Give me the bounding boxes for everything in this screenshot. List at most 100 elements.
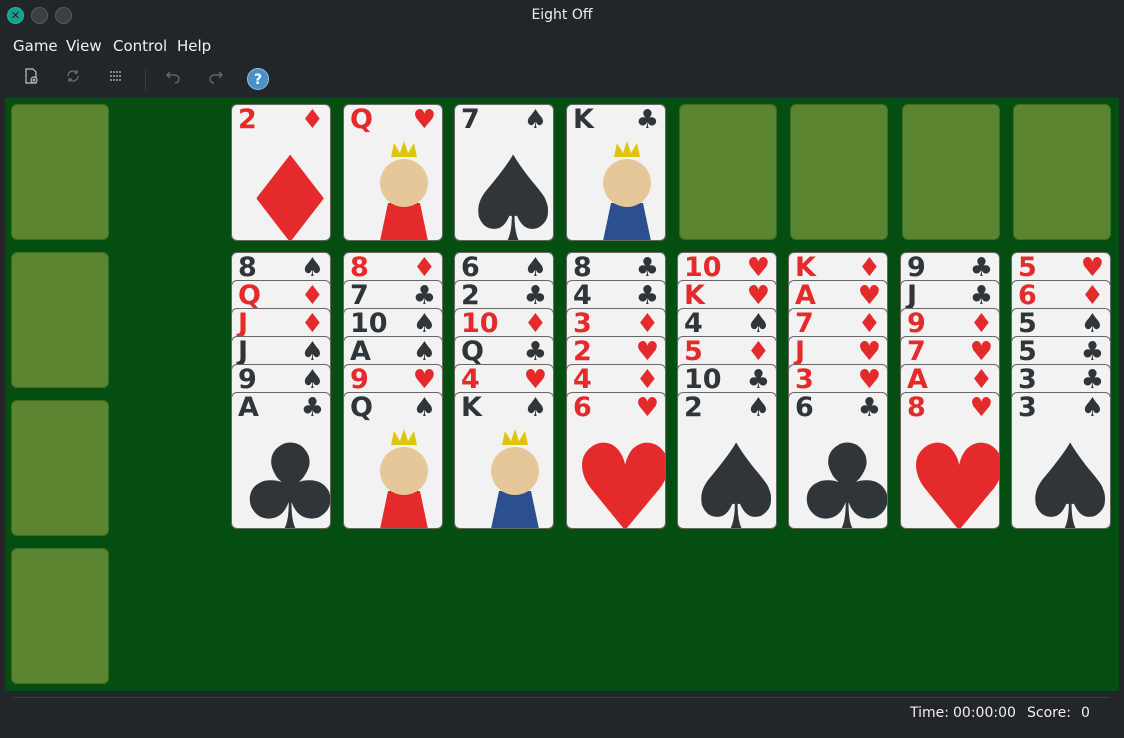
card-suit-icon: ♣: [635, 105, 659, 135]
card-rank: Q: [350, 104, 373, 135]
card-rank: 2: [461, 280, 480, 311]
court-figure: [603, 141, 651, 240]
reserve-card[interactable]: 2 ♦ ♦: [231, 104, 331, 241]
card-suit-large-icon: ♠: [682, 430, 776, 529]
card-suit-icon: ♣: [300, 393, 324, 423]
card-suit-icon: ♠: [523, 393, 547, 423]
card-rank: 6: [1018, 280, 1037, 311]
card-rank: A: [350, 336, 371, 367]
card-suit-icon: ♣: [857, 393, 881, 423]
foundation-slot[interactable]: [11, 548, 109, 684]
toolbar: [0, 62, 1124, 96]
foundation-slot[interactable]: [11, 104, 109, 240]
card-rank: 8: [573, 252, 592, 283]
card-rank: K: [461, 392, 482, 423]
tableau-card[interactable]: 6 ♣ ♣: [788, 392, 888, 529]
card-suit-icon: ♣: [1080, 337, 1104, 367]
card-rank: 6: [573, 392, 592, 423]
card-suit-icon: ♥: [1080, 253, 1104, 283]
card-rank: K: [573, 104, 594, 135]
card-rank: 2: [684, 392, 703, 423]
card-rank: 10: [684, 252, 722, 283]
card-suit-icon: ♠: [412, 309, 436, 339]
tableau-card[interactable]: Q ♠: [343, 392, 443, 529]
restart-icon[interactable]: [61, 68, 85, 90]
card-suit-icon: ♦: [969, 365, 993, 395]
card-rank: 9: [907, 308, 926, 339]
menu-help[interactable]: Help: [177, 37, 211, 55]
card-suit-icon: ♦: [746, 337, 770, 367]
menu-control[interactable]: Control: [113, 37, 167, 55]
tableau-card[interactable]: A ♣ ♣: [231, 392, 331, 529]
card-rank: J: [795, 336, 806, 367]
reserve-card[interactable]: 7 ♠ ♠: [454, 104, 554, 241]
card-rank: K: [795, 252, 816, 283]
card-suit-icon: ♦: [523, 309, 547, 339]
card-rank: 9: [238, 364, 257, 395]
card-rank: 8: [907, 392, 926, 423]
undo-icon[interactable]: [161, 68, 185, 90]
card-suit-icon: ♣: [1080, 365, 1104, 395]
menu-game[interactable]: Game: [13, 37, 58, 55]
reserve-slot[interactable]: [790, 104, 888, 240]
card-suit-icon: ♥: [969, 337, 993, 367]
reserve-slot[interactable]: [679, 104, 777, 240]
reserve-card[interactable]: K ♣: [566, 104, 666, 241]
card-rank: 3: [1018, 364, 1037, 395]
card-rank: K: [684, 280, 705, 311]
card-rank: 10: [350, 308, 388, 339]
title-bar: ✕ Eight Off: [0, 0, 1124, 32]
card-suit-icon: ♣: [746, 365, 770, 395]
new-game-icon[interactable]: [19, 68, 43, 90]
card-rank: 6: [795, 392, 814, 423]
card-suit-icon: ♦: [635, 365, 659, 395]
card-suit-icon: ♣: [969, 281, 993, 311]
card-suit-icon: ♦: [300, 105, 324, 135]
card-suit-large-icon: ♣: [236, 430, 330, 529]
card-rank: 7: [907, 336, 926, 367]
tableau-card[interactable]: K ♠: [454, 392, 554, 529]
card-suit-icon: ♠: [412, 393, 436, 423]
reserve-card[interactable]: Q ♥: [343, 104, 443, 241]
tableau-card[interactable]: 6 ♥ ♥: [566, 392, 666, 529]
card-suit-icon: ♥: [746, 253, 770, 283]
tableau-card[interactable]: 8 ♥ ♥: [900, 392, 1000, 529]
card-rank: 2: [573, 336, 592, 367]
card-suit-icon: ♠: [300, 365, 324, 395]
card-suit-icon: ♦: [857, 309, 881, 339]
toolbar-separator: [145, 70, 146, 90]
card-suit-icon: ♠: [523, 105, 547, 135]
card-suit-icon: ♣: [969, 253, 993, 283]
reserve-slot[interactable]: [902, 104, 1000, 240]
card-suit-icon: ♠: [300, 253, 324, 283]
reserve-slot[interactable]: [1013, 104, 1111, 240]
card-suit-icon: ♥: [635, 337, 659, 367]
card-suit-icon: ♥: [857, 281, 881, 311]
card-rank: 4: [684, 308, 703, 339]
card-suit-icon: ♠: [412, 337, 436, 367]
help-icon[interactable]: ?: [247, 68, 269, 90]
tableau-card[interactable]: 2 ♠ ♠: [677, 392, 777, 529]
card-suit-icon: ♥: [412, 105, 436, 135]
card-rank: 9: [350, 364, 369, 395]
card-rank: 10: [461, 308, 499, 339]
card-rank: 9: [907, 252, 926, 283]
card-rank: 5: [684, 336, 703, 367]
foundation-slot[interactable]: [11, 252, 109, 388]
card-rank: 4: [573, 280, 592, 311]
foundation-slot[interactable]: [11, 400, 109, 536]
card-suit-icon: ♥: [635, 393, 659, 423]
card-suit-icon: ♥: [412, 365, 436, 395]
court-figure: [380, 141, 428, 240]
card-suit-large-icon: ♦: [236, 142, 330, 241]
deal-icon[interactable]: [104, 68, 128, 90]
redo-icon[interactable]: [204, 68, 228, 90]
card-suit-icon: ♥: [857, 337, 881, 367]
card-suit-large-icon: ♠: [459, 142, 553, 241]
menu-view[interactable]: View: [66, 37, 102, 55]
court-figure: [380, 429, 428, 528]
tableau-card[interactable]: 3 ♠ ♠: [1011, 392, 1111, 529]
card-rank: Q: [461, 336, 484, 367]
court-figure: [491, 429, 539, 528]
card-suit-icon: ♥: [857, 365, 881, 395]
